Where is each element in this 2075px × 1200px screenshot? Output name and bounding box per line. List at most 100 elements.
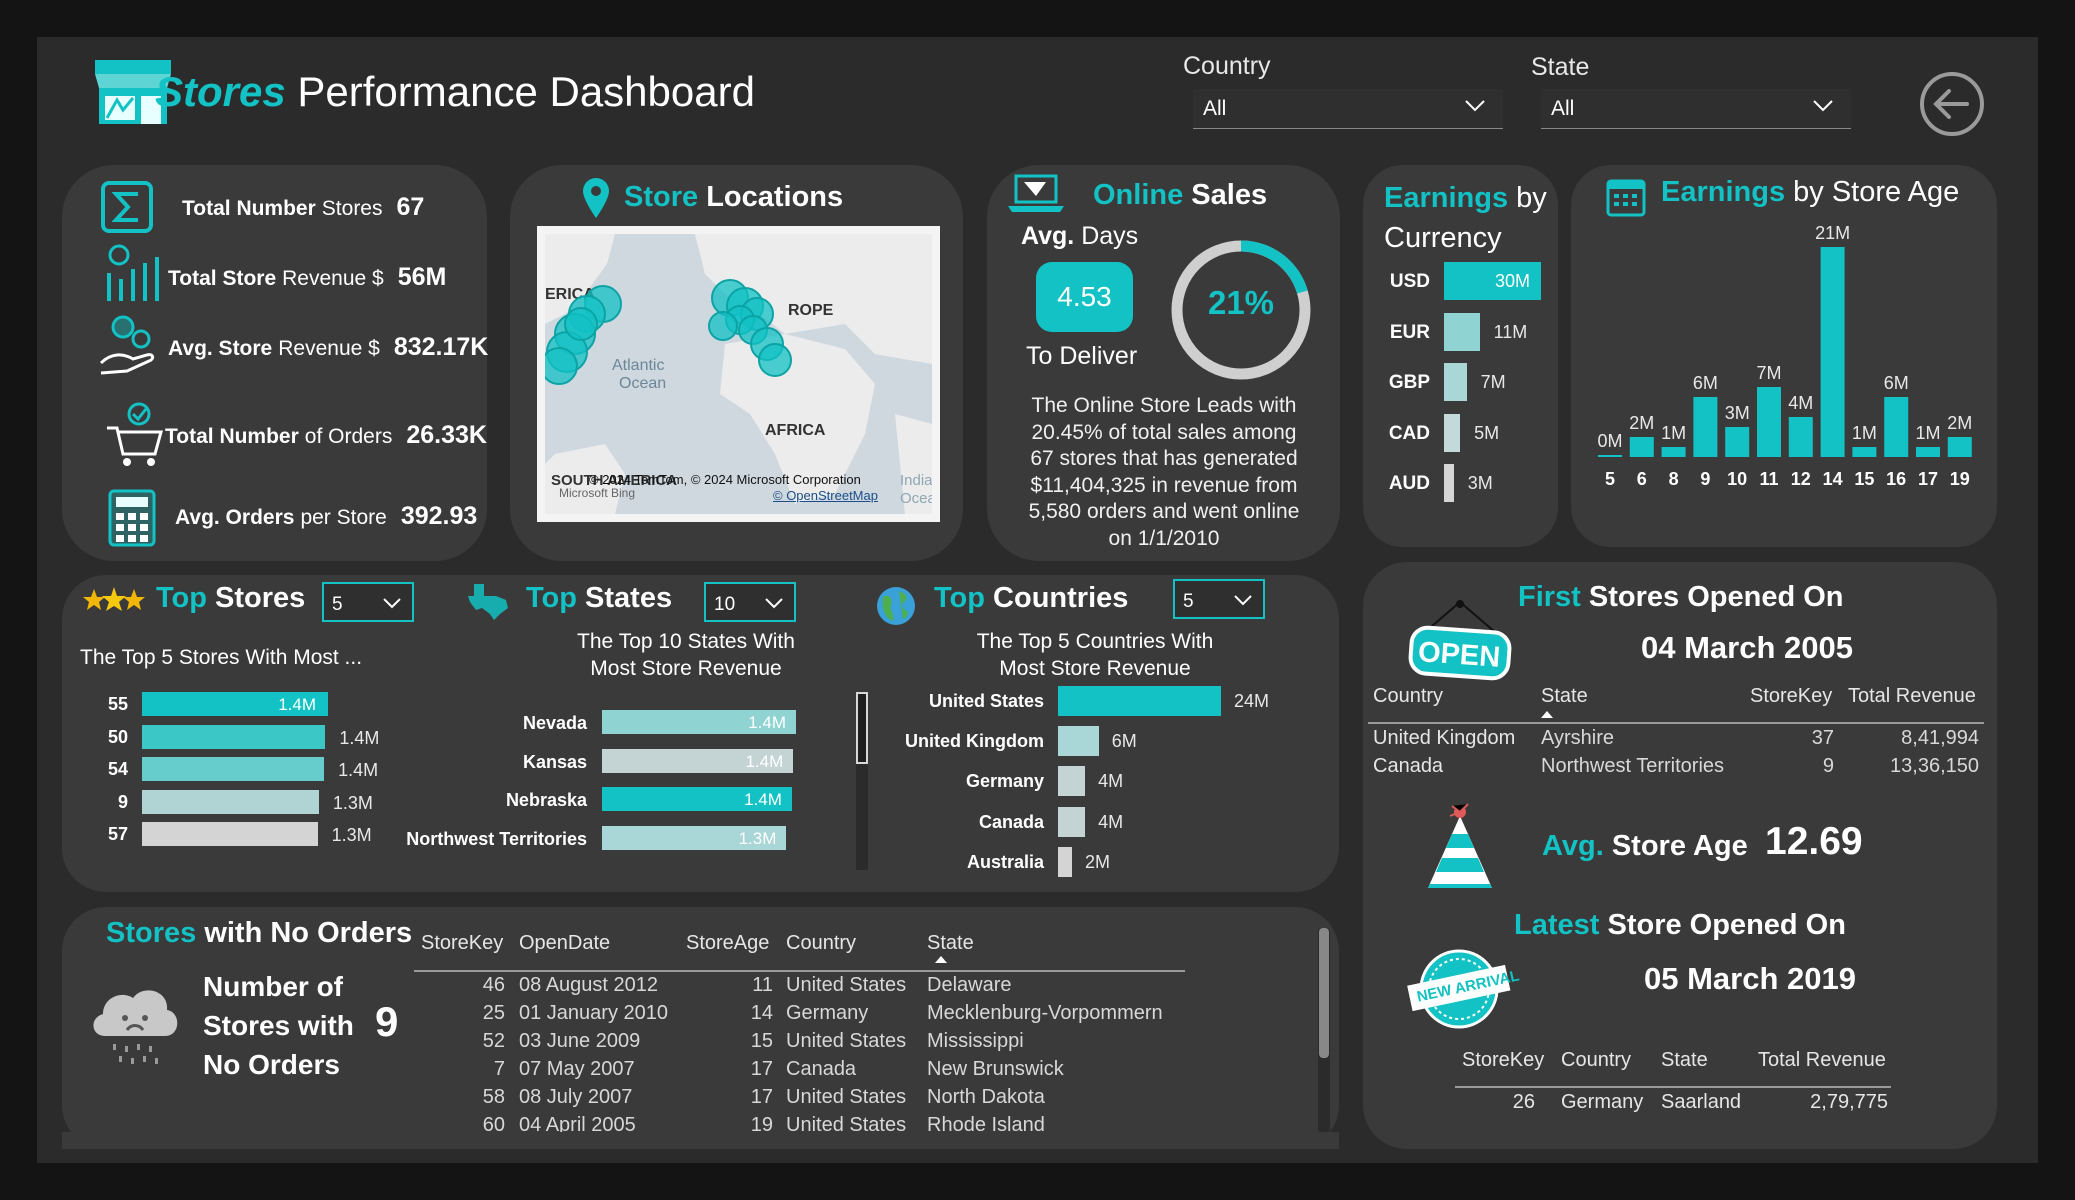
top-country-name: United Kingdom: [905, 731, 1044, 752]
top-state-name: Kansas: [522, 751, 587, 772]
top-store-bar: [142, 822, 318, 846]
sort-asc-icon[interactable]: [935, 956, 947, 963]
top-state-name: Nevada: [522, 713, 587, 733]
cell-state: Northwest Territories: [1541, 755, 1725, 777]
top-country-bar: [1058, 766, 1086, 797]
age-bar-label: 4M: [1788, 393, 1813, 413]
desc-line: 5,580 orders and went online: [1028, 500, 1300, 523]
countries-scrollbar[interactable]: [856, 692, 868, 870]
cell-opendate: 08 August 2012: [519, 974, 659, 996]
currency-bar: [1444, 413, 1461, 452]
top-country-bar: [1058, 686, 1221, 716]
kpi-total-stores: Total Number Stores 67: [182, 193, 425, 221]
cell-opendate: 08 July 2007: [519, 1086, 633, 1108]
store-map[interactable]: ERICA ROPE Atlantic Ocean AFRICA SOUTH A…: [537, 226, 940, 522]
top-country-name: United States: [928, 691, 1044, 711]
top-states-title: Top States: [526, 582, 673, 614]
table-header-country: Country: [786, 932, 857, 954]
top-states-subtitle: The Top 10 States With Most Store Revenu…: [531, 628, 841, 682]
latest-table-divider: [1455, 1086, 1891, 1088]
cell-storeage: 17: [750, 1086, 773, 1108]
country-filter-select[interactable]: All: [1193, 89, 1503, 129]
top-state-name: Nebraska: [505, 790, 587, 810]
open-sign-text: OPEN: [1417, 636, 1502, 674]
currency-bar-label: 7M: [1480, 372, 1506, 392]
cell-country: United Kingdom: [1373, 727, 1516, 749]
top-states-count-select[interactable]: 10: [704, 582, 796, 622]
first-table-header: Total Revenue: [1848, 685, 1976, 707]
back-arrow-button[interactable]: [1919, 71, 1985, 137]
top-store-bar: [142, 789, 319, 814]
no-orders-scrollbar[interactable]: [1318, 928, 1330, 1133]
age-bar-label: 1M: [1852, 423, 1877, 443]
top-state-bar-label: 1.4M: [744, 790, 782, 809]
state-filter-label: State: [1531, 53, 1590, 81]
age-bar-label: 21M: [1815, 223, 1850, 243]
currency-bar-label: 5M: [1474, 422, 1500, 443]
avg-store-age-value: 12.69: [1765, 820, 1863, 863]
openstreetmap-link[interactable]: © OpenStreetMap: [773, 488, 878, 503]
age-bar-label: 3M: [1725, 403, 1750, 423]
top-country-bar: [1058, 806, 1086, 837]
top-country-name: Germany: [965, 771, 1044, 792]
top-store-bar-label: 1.3M: [332, 792, 373, 813]
no-orders-scrollbar-thumb[interactable]: [1319, 928, 1329, 1058]
top-store-key: 9: [117, 791, 128, 812]
top-countries-count-select[interactable]: 5: [1173, 579, 1265, 619]
calendar-icon: [1606, 179, 1646, 217]
desc-line: 67 stores that has generated: [1030, 447, 1298, 470]
desc-line: 20.45% of total sales among: [1031, 420, 1297, 444]
first-stores-date: 04 March 2005: [1641, 630, 1853, 665]
age-bar-label: 1M: [1661, 423, 1686, 443]
subtitle-line: The Top 5 Countries With: [976, 630, 1214, 653]
countries-scrollbar-thumb[interactable]: [856, 692, 868, 764]
age-tick-label: 6: [1637, 469, 1647, 489]
desc-line: The Online Store Leads with: [1031, 394, 1297, 417]
cell-country: Canada: [1373, 755, 1444, 777]
top-stores-count-select[interactable]: 5: [322, 582, 414, 622]
currency-code: USD: [1389, 271, 1430, 292]
laptop-icon: [1008, 174, 1064, 212]
cell-revenue: 2,79,775: [1810, 1091, 1888, 1113]
card-line: Number of: [203, 971, 343, 1002]
texas-state-icon: [468, 584, 508, 620]
store-locations-title: Store Locations: [624, 181, 844, 213]
subtitle-line: The Top 10 States With: [577, 630, 795, 653]
chevron-down-icon: [1465, 100, 1485, 112]
cell-storekey: 9: [1822, 755, 1834, 777]
online-sales-title: Online Sales: [1093, 179, 1268, 211]
currency-code: CAD: [1388, 422, 1430, 444]
top-store-bar-label: 1.3M: [331, 825, 372, 845]
age-bar: [1598, 455, 1622, 457]
currency-bar-label: 3M: [1467, 473, 1493, 493]
cell-storeage: 14: [750, 1002, 773, 1024]
age-bar-label: 2M: [1947, 413, 1972, 433]
cell-storeage: 15: [750, 1030, 773, 1052]
latest-table-header: State: [1661, 1049, 1708, 1071]
currency-bar: [1444, 363, 1467, 401]
top-state-bar-label: 1.4M: [745, 751, 784, 771]
cell-storekey: 37: [1811, 727, 1834, 749]
cell-state: Mississippi: [927, 1030, 1024, 1052]
avg-store-age-label: Avg. Store Age: [1542, 830, 1748, 862]
card-line: Stores with: [203, 1010, 354, 1041]
latest-store-title: Latest Store Opened On: [1514, 909, 1846, 941]
state-filter-select[interactable]: All: [1541, 89, 1851, 129]
currency-code: GBP: [1388, 372, 1430, 393]
cell-country: United States: [786, 1030, 907, 1052]
top-country-bar-label: 4M: [1098, 771, 1124, 792]
revenue-bars-icon: [107, 244, 159, 301]
top-country-bar: [1058, 846, 1072, 877]
age-bar: [1820, 247, 1845, 457]
age-tick-label: 14: [1823, 469, 1843, 489]
sort-asc-icon[interactable]: [1541, 711, 1553, 718]
currency-bar: [1444, 312, 1480, 351]
page-title: Stores Performance Dashboard: [155, 68, 755, 115]
no-orders-title: Stores with No Orders: [106, 917, 413, 949]
first-table-divider: [1368, 722, 1984, 724]
age-bar: [1629, 437, 1654, 457]
first-stores-title: First Stores Opened On: [1518, 581, 1844, 613]
top-country-name: Canada: [978, 811, 1044, 832]
subtitle-line: Most Store Revenue: [590, 657, 782, 680]
kpi-total-orders: Total Number of Orders 26.33K: [165, 421, 487, 449]
